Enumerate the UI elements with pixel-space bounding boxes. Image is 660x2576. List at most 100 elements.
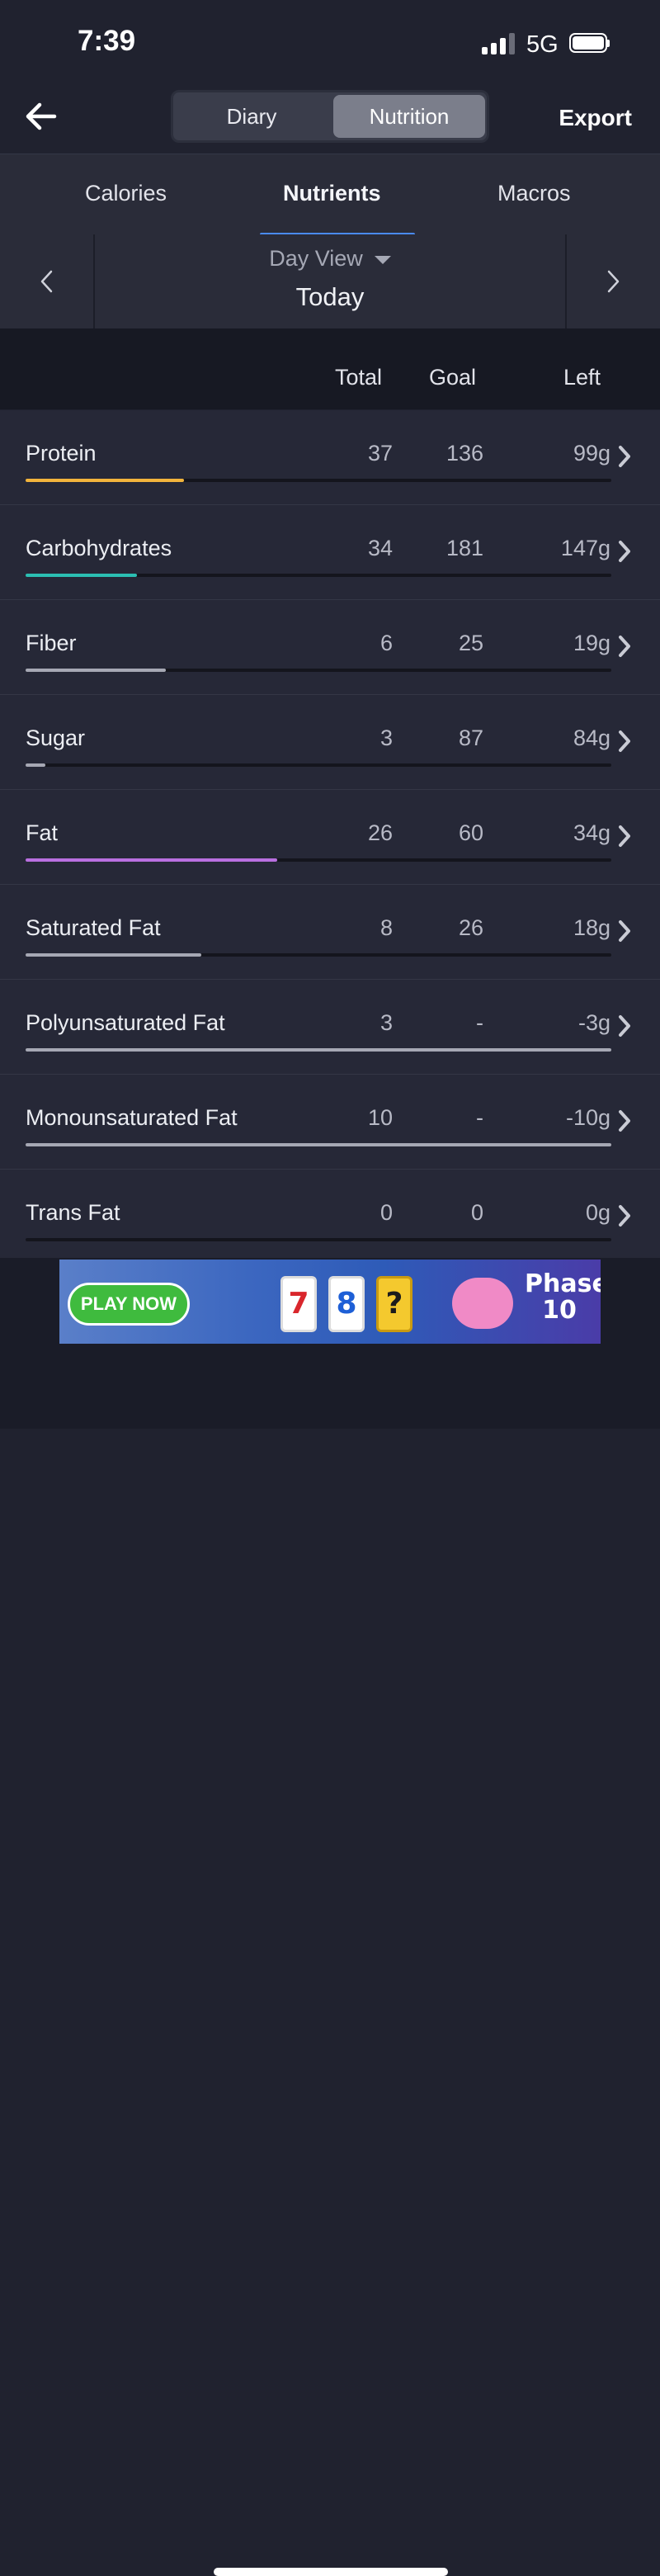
nutrient-goal: 25 [458,631,483,655]
back-arrow-icon[interactable] [23,97,61,135]
status-bar: 7:39 5G [0,0,660,83]
chevron-right-icon [619,825,630,847]
nutrient-total: 10 [367,1105,393,1130]
nutrient-row[interactable]: Fiber 6 25 19g [0,600,660,695]
ad-card-question: ? [376,1276,412,1332]
nutrient-name: Fat [26,820,59,845]
status-time: 7:39 [78,25,136,57]
nutrient-row[interactable]: Fat 26 60 34g [0,790,660,885]
progress-fill [26,669,167,672]
nutrient-total: 37 [367,441,393,466]
segment-diary[interactable]: Diary [176,95,328,138]
tab-nutrients[interactable]: Nutrients [283,181,381,206]
nutrient-name: Protein [26,441,97,466]
progress-fill [26,1143,611,1146]
top-nav-bar: Diary Nutrition Export [0,83,660,154]
column-headers: Total Goal Left [0,328,660,409]
nutrient-left: -3g [578,1010,610,1035]
previous-day-button[interactable] [0,234,95,328]
nutrient-goal: 60 [458,820,483,845]
ad-card-eight: 8 [328,1276,365,1332]
column-total: Total [335,365,383,390]
nutrient-left: 18g [573,915,610,940]
chevron-right-icon [619,541,630,562]
home-indicator[interactable] [214,2568,448,2576]
ad-logo: Phase 10 [525,1269,601,1325]
nutrient-goal: 26 [458,915,483,940]
nutrient-goal: 181 [446,536,483,560]
progress-track [26,574,611,577]
ad-card-seven: 7 [280,1276,317,1332]
ad-play-now-button[interactable]: PLAY NOW [68,1283,190,1326]
nutrient-row[interactable]: Protein 37 136 99g [0,410,660,505]
nutrient-goal: 0 [470,1200,483,1225]
progress-track [26,1143,611,1146]
segment-nutrition[interactable]: Nutrition [333,95,485,138]
nutrient-row[interactable]: Monounsaturated Fat 10 - -10g [0,1075,660,1170]
advertisement[interactable]: PLAY NOW 7 8 ? Phase 10 [59,1260,601,1344]
nutrient-row[interactable]: Sugar 3 87 84g [0,695,660,790]
nutrient-name: Monounsaturated Fat [26,1105,238,1130]
date-selector[interactable]: Day View Today [95,234,565,328]
progress-track [26,479,611,482]
nutrient-total: 3 [380,1010,393,1035]
nutrient-total: 26 [367,820,393,845]
nutrient-name: Carbohydrates [26,536,172,560]
nutrient-total: 0 [380,1200,393,1225]
ad-banner-area: PLAY NOW 7 8 ? Phase 10 [0,1258,660,2576]
view-mode-dropdown[interactable]: Day View [95,246,565,272]
progress-track [26,669,611,672]
chevron-right-icon [619,1015,630,1037]
nutrient-total: 8 [380,915,393,940]
progress-fill [26,1048,611,1052]
diary-nutrition-toggle: Diary Nutrition [171,90,489,143]
nutrient-left: -10g [565,1105,610,1130]
nutrient-goal: - [476,1010,483,1035]
progress-fill [26,479,184,482]
column-left: Left [563,365,601,390]
nutrient-row[interactable]: Polyunsaturated Fat 3 - -3g [0,980,660,1075]
nutrient-row[interactable]: Saturated Fat 8 26 18g [0,885,660,980]
network-type: 5G [526,31,559,58]
nutrient-name: Trans Fat [26,1200,120,1225]
nutrient-left: 147g [560,536,610,560]
nutrient-left: 84g [573,726,610,750]
view-mode-label: Day View [269,246,363,271]
nutrient-name: Fiber [26,631,77,655]
current-date: Today [295,282,365,311]
nutrient-left: 99g [573,441,610,466]
chevron-right-icon [619,730,630,752]
nutrition-tabs: Calories Nutrients Macros [0,154,660,236]
nutrient-total: 34 [367,536,393,560]
chevron-right-icon [619,1205,630,1227]
nutrient-total: 3 [380,726,393,750]
progress-track [26,1048,611,1052]
nutrient-name: Saturated Fat [26,915,161,940]
nutrient-goal: - [476,1105,483,1130]
nutrient-goal: 87 [458,726,483,750]
nutrient-left: 0g [585,1200,610,1225]
progress-track [26,763,611,767]
chevron-right-icon [619,920,630,942]
nutrient-left: 34g [573,820,610,845]
nutrient-goal: 136 [446,441,483,466]
nutrient-name: Polyunsaturated Fat [26,1010,225,1035]
progress-track [26,1238,611,1241]
progress-fill [26,763,46,767]
chevron-right-icon [607,270,620,293]
chevron-right-icon [619,636,630,657]
dropdown-caret-icon [374,255,391,264]
ad-brain-mascot-icon [452,1278,513,1329]
nutrient-row[interactable]: Carbohydrates 34 181 147g [0,505,660,600]
tab-macros[interactable]: Macros [497,181,571,206]
progress-track [26,858,611,862]
cellular-signal-icon [482,33,518,54]
progress-fill [26,574,137,577]
nutrient-row[interactable]: Trans Fat 0 0 0g [0,1170,660,1264]
column-goal: Goal [429,365,477,390]
next-day-button[interactable] [565,234,660,328]
progress-fill [26,858,278,862]
nutrient-total: 6 [380,631,393,655]
export-button[interactable]: Export [559,105,632,131]
tab-calories[interactable]: Calories [85,181,167,206]
